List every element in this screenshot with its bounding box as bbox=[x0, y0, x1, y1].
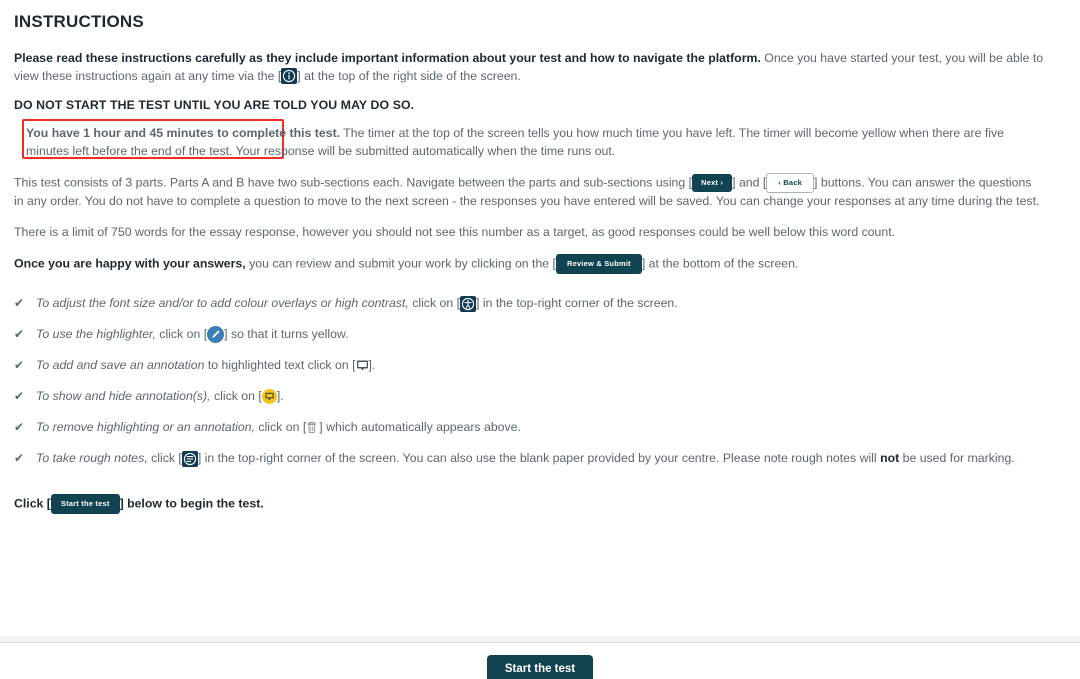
review-submit-paragraph: Once you are happy with your answers, yo… bbox=[14, 254, 1044, 274]
parts-text-b: ] and [ bbox=[732, 175, 767, 190]
checklist-before-icon-3: click on [ bbox=[210, 389, 262, 403]
annotation-toggle-icon[interactable] bbox=[261, 389, 277, 405]
checklist-before-icon-2: to highlighted text click on [ bbox=[204, 358, 356, 372]
checklist-after-icon-0: ] in the top-right corner of the screen. bbox=[476, 296, 678, 310]
happy-rest-b: ] at the bottom of the screen. bbox=[641, 256, 799, 271]
checklist-before-icon-5: click [ bbox=[147, 451, 182, 465]
checklist-after-icon-1: ] so that it turns yellow. bbox=[224, 327, 349, 341]
happy-rest-a: you can review and submit your work by c… bbox=[245, 256, 556, 271]
checklist-text-rough-notes: To take rough notes, click [ ] in the top… bbox=[36, 449, 1068, 468]
footer-bar: Start the test bbox=[0, 642, 1080, 679]
intro-rest-b: ] at the top of the right side of the sc… bbox=[297, 68, 521, 83]
intro-paragraph: Please read these instructions carefully… bbox=[14, 50, 1044, 85]
check-icon: ✔ bbox=[14, 296, 25, 310]
checklist-before-icon-4: click on [ bbox=[255, 420, 307, 434]
check-icon: ✔ bbox=[14, 358, 25, 372]
checklist-after-icon-2: ]. bbox=[368, 358, 376, 372]
checklist-italic-5: To take rough notes, bbox=[36, 451, 148, 465]
timing-paragraph-wrap: You have 1 hour and 45 minutes to comple… bbox=[14, 119, 1068, 160]
checklist-after-icon-5a: ] in the top-right corner of the screen.… bbox=[197, 451, 881, 465]
click-line-prefix: Click [ bbox=[14, 496, 51, 511]
check-icon: ✔ bbox=[14, 389, 25, 403]
checklist-italic-2: To add and save an annotation bbox=[36, 358, 205, 372]
back-button[interactable]: ‹ Back bbox=[766, 173, 815, 193]
timing-bold-text: You have 1 hour and 45 minutes to comple… bbox=[26, 126, 341, 140]
check-icon: ✔ bbox=[14, 420, 25, 434]
page-title: INSTRUCTIONS bbox=[14, 12, 144, 31]
instructions-content: INSTRUCTIONS Please read these instructi… bbox=[0, 0, 1080, 514]
checklist-italic-1: To use the highlighter, bbox=[36, 327, 156, 341]
info-icon[interactable] bbox=[281, 68, 298, 85]
parts-text-a: This test consists of 3 parts. Parts A a… bbox=[14, 175, 693, 190]
checklist-bold-not: not bbox=[880, 451, 900, 465]
parts-paragraph: This test consists of 3 parts. Parts A a… bbox=[14, 173, 1044, 211]
list-item: ✔ To remove highlighting or an annotatio… bbox=[14, 418, 1068, 437]
rough-notes-icon[interactable] bbox=[181, 450, 198, 467]
intro-bold-text: Please read these instructions carefully… bbox=[14, 51, 761, 65]
checklist-after-icon-4: ] which automatically appears above. bbox=[319, 420, 521, 434]
checklist-text-add-annotation: To add and save an annotation to highlig… bbox=[36, 356, 1068, 375]
list-item: ✔ To use the highlighter, click on [ ] so… bbox=[14, 325, 1068, 344]
checklist-italic-4: To remove highlighting or an annotation, bbox=[36, 420, 255, 434]
click-start-line: Click [Start the test] below to begin th… bbox=[14, 494, 1068, 514]
check-icon: ✔ bbox=[14, 451, 25, 465]
checklist-text-toggle-annotation: To show and hide annotation(s), click on… bbox=[36, 387, 1068, 406]
feature-checklist: ✔ To adjust the font size and/or to add … bbox=[14, 294, 1068, 468]
list-item: ✔ To add and save an annotation to highl… bbox=[14, 356, 1068, 375]
accessibility-icon[interactable] bbox=[460, 295, 477, 312]
start-the-test-inline-button[interactable]: Start the test bbox=[50, 494, 120, 514]
happy-bold-text: Once you are happy with your answers, bbox=[14, 256, 246, 271]
highlighter-pencil-icon[interactable] bbox=[207, 326, 225, 344]
check-icon: ✔ bbox=[14, 327, 25, 341]
word-limit-paragraph: There is a limit of 750 words for the es… bbox=[14, 224, 896, 239]
checklist-italic-3: To show and hide annotation(s), bbox=[36, 389, 211, 403]
checklist-italic-0: To adjust the font size and/or to add co… bbox=[36, 296, 409, 310]
checklist-after-icon-5b: be used for marking. bbox=[899, 451, 1015, 465]
trash-icon[interactable] bbox=[306, 421, 319, 435]
list-item: ✔ To adjust the font size and/or to add … bbox=[14, 294, 1068, 313]
list-item: ✔ To take rough notes, click [ ] in the t… bbox=[14, 449, 1068, 468]
timing-paragraph: You have 1 hour and 45 minutes to comple… bbox=[14, 125, 1044, 160]
checklist-before-icon-0: click on [ bbox=[408, 296, 461, 310]
review-and-submit-button[interactable]: Review & Submit bbox=[555, 254, 642, 274]
checklist-after-icon-3: ]. bbox=[276, 389, 284, 403]
checklist-before-icon-1: click on [ bbox=[155, 327, 208, 341]
instructions-page: INSTRUCTIONS Please read these instructi… bbox=[0, 0, 1080, 679]
list-item: ✔ To show and hide annotation(s), click … bbox=[14, 387, 1068, 406]
checklist-text-remove: To remove highlighting or an annotation,… bbox=[36, 418, 1068, 437]
checklist-text-highlighter: To use the highlighter, click on [ ] so t… bbox=[36, 325, 1068, 344]
do-not-start-warning: DO NOT START THE TEST UNTIL YOU ARE TOLD… bbox=[14, 98, 415, 112]
annotation-comment-icon[interactable] bbox=[356, 359, 369, 373]
checklist-text-accessibility: To adjust the font size and/or to add co… bbox=[36, 294, 1068, 313]
click-line-suffix: ] below to begin the test. bbox=[119, 496, 264, 511]
start-the-test-button[interactable]: Start the test bbox=[486, 654, 594, 679]
next-button[interactable]: Next › bbox=[692, 174, 733, 192]
